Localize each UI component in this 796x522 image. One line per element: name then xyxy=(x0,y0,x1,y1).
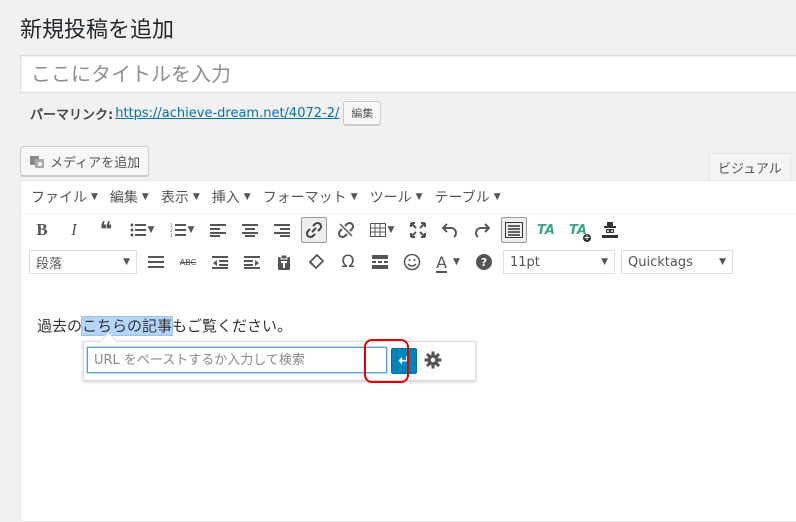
numbered-list-icon[interactable]: 1 2 3 ▼ xyxy=(165,217,199,243)
media-icon xyxy=(29,153,45,169)
add-media-label: メディアを追加 xyxy=(50,155,141,171)
clear-formatting-icon[interactable] xyxy=(303,249,329,275)
permalink-edit-button[interactable]: 編集 xyxy=(343,101,382,125)
unlink-icon[interactable] xyxy=(333,217,359,243)
ta-icon[interactable]: TA xyxy=(533,217,559,243)
special-character-icon[interactable]: Ω xyxy=(335,249,361,275)
align-center-icon[interactable] xyxy=(237,217,263,243)
stamp-icon[interactable] xyxy=(597,217,623,243)
tab-visual[interactable]: ビジュアル xyxy=(709,153,791,181)
horizontal-rule-icon[interactable] xyxy=(143,249,169,275)
editor: ファイル ▼ 編集 ▼ 表示 ▼ 挿入 ▼ フォーマット ▼ ツール ▼ テーブル ▼ B I… xyxy=(20,180,796,522)
permalink-link[interactable]: https://achieve-dream.net/4072-2/ xyxy=(115,106,339,121)
content-text-before: 過去の xyxy=(37,317,83,335)
svg-text:3: 3 xyxy=(170,233,173,237)
toolbar-row-2: 段落 ▼ ABC Ω A ▼ ? 11pt ▼ Quicktags ▼ xyxy=(21,246,796,278)
highlight-annotation-ring xyxy=(364,339,409,383)
italic-icon[interactable]: I xyxy=(61,217,87,243)
add-media-button[interactable]: メディアを追加 xyxy=(20,146,150,176)
paragraph-format-select[interactable]: 段落 ▼ xyxy=(29,250,137,274)
text-color-icon[interactable]: A ▼ xyxy=(431,249,465,275)
bullet-list-icon[interactable]: ▼ xyxy=(125,217,159,243)
editor-menubar: ファイル ▼ 編集 ▼ 表示 ▼ 挿入 ▼ フォーマット ▼ ツール ▼ テーブル ▼ xyxy=(21,181,796,214)
indent-icon[interactable] xyxy=(239,249,265,275)
font-size-select[interactable]: 11pt ▼ xyxy=(503,250,615,274)
blockquote-icon[interactable]: ❝ xyxy=(93,217,119,243)
table-icon[interactable]: ▼ xyxy=(365,217,399,243)
page-title: 新規投稿を追加 xyxy=(20,18,175,43)
link-url-input[interactable] xyxy=(87,347,387,373)
gear-icon xyxy=(424,351,442,369)
editor-content[interactable]: 過去のこちらの記事もご覧ください。 xyxy=(37,315,292,336)
align-right-icon[interactable] xyxy=(269,217,295,243)
menu-edit[interactable]: 編集 ▼ xyxy=(104,187,155,207)
quicktags-select[interactable]: Quicktags ▼ xyxy=(621,250,733,274)
link-icon[interactable] xyxy=(301,217,327,243)
help-icon[interactable]: ? xyxy=(471,249,497,275)
permalink-row: パーマリンク: https://achieve-dream.net/4072-2… xyxy=(30,101,382,125)
menu-file[interactable]: ファイル ▼ xyxy=(25,187,104,207)
fullscreen-icon[interactable] xyxy=(405,217,431,243)
post-title-input[interactable] xyxy=(20,55,796,93)
toolbar-toggle-icon[interactable] xyxy=(501,217,527,243)
bold-icon[interactable]: B xyxy=(29,217,55,243)
link-options-button[interactable] xyxy=(420,347,446,373)
strikethrough-icon[interactable]: ABC xyxy=(175,249,201,275)
permalink-label: パーマリンク: xyxy=(30,107,114,123)
undo-icon[interactable] xyxy=(437,217,463,243)
menu-view[interactable]: 表示 ▼ xyxy=(155,187,206,207)
paste-text-icon[interactable] xyxy=(271,249,297,275)
content-text-after: もご覧ください。 xyxy=(172,317,293,335)
menu-table[interactable]: テーブル ▼ xyxy=(429,187,507,207)
align-left-icon[interactable] xyxy=(205,217,231,243)
toolbar-row-1: B I ❝ ▼ 1 2 3 ▼ ▼ TA TA + xyxy=(21,214,796,246)
emoji-icon[interactable] xyxy=(399,249,425,275)
outdent-icon[interactable] xyxy=(207,249,233,275)
menu-tools[interactable]: ツール ▼ xyxy=(364,187,429,207)
menu-insert[interactable]: 挿入 ▼ xyxy=(206,187,257,207)
selected-text[interactable]: こちらの記事 xyxy=(81,316,174,336)
ta-plus-icon[interactable]: TA + xyxy=(565,217,591,243)
link-popup: ↵ xyxy=(83,341,476,381)
menu-format[interactable]: フォーマット ▼ xyxy=(257,187,364,207)
redo-icon[interactable] xyxy=(469,217,495,243)
read-more-icon[interactable] xyxy=(367,249,393,275)
